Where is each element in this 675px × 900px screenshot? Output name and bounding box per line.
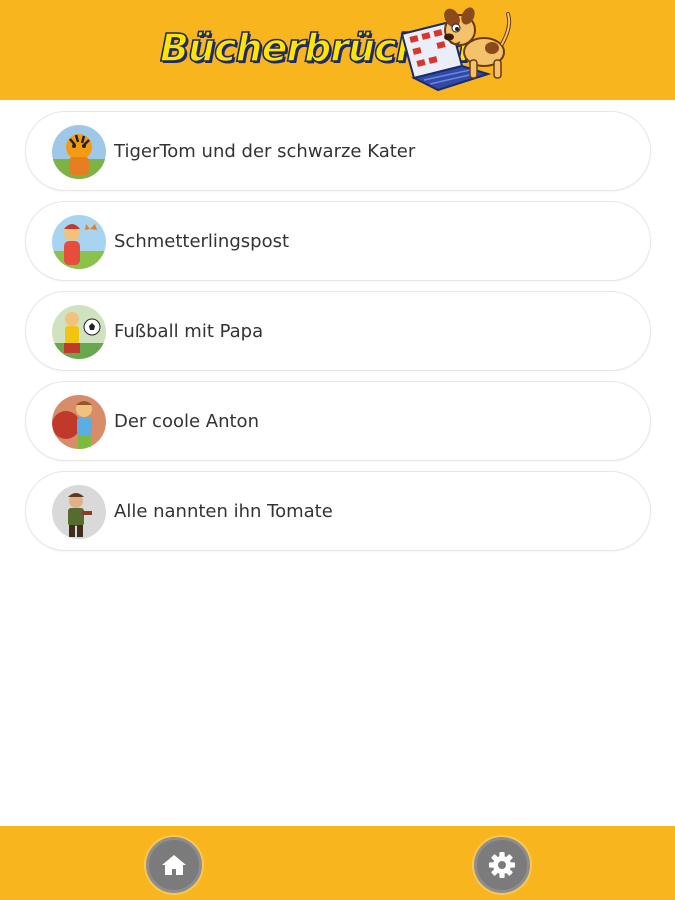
app-header: Bücherbrücken	[0, 0, 675, 100]
gear-icon	[489, 852, 515, 878]
tomate-cover-thumbnail	[52, 485, 106, 539]
tiger-cover-thumbnail	[52, 125, 106, 179]
butterfly-cover-thumbnail	[52, 215, 106, 269]
book-title: Schmetterlingspost	[114, 231, 290, 252]
home-icon	[162, 855, 186, 875]
settings-button[interactable]	[474, 837, 530, 893]
app-logo: Bücherbrücken	[156, 4, 518, 96]
book-item-tigertom[interactable]: TigerTom und der schwarze Kater	[25, 111, 651, 191]
book-list: TigerTom und der schwarze Kater Schmette…	[25, 111, 651, 561]
book-item-fussball[interactable]: Fußball mit Papa	[25, 291, 651, 371]
book-title: TigerTom und der schwarze Kater	[114, 141, 416, 162]
home-button[interactable]	[146, 837, 202, 893]
book-title: Fußball mit Papa	[114, 321, 264, 342]
dog-laptop-illustration	[400, 7, 512, 92]
book-title: Alle nannten ihn Tomate	[114, 501, 333, 522]
book-item-schmetterlingspost[interactable]: Schmetterlingspost	[25, 201, 651, 281]
football-cover-thumbnail	[52, 305, 106, 359]
book-item-anton[interactable]: Der coole Anton	[25, 381, 651, 461]
anton-cover-thumbnail	[52, 395, 106, 449]
book-title: Der coole Anton	[114, 411, 259, 432]
bottom-nav-bar	[0, 826, 675, 900]
book-item-tomate[interactable]: Alle nannten ihn Tomate	[25, 471, 651, 551]
